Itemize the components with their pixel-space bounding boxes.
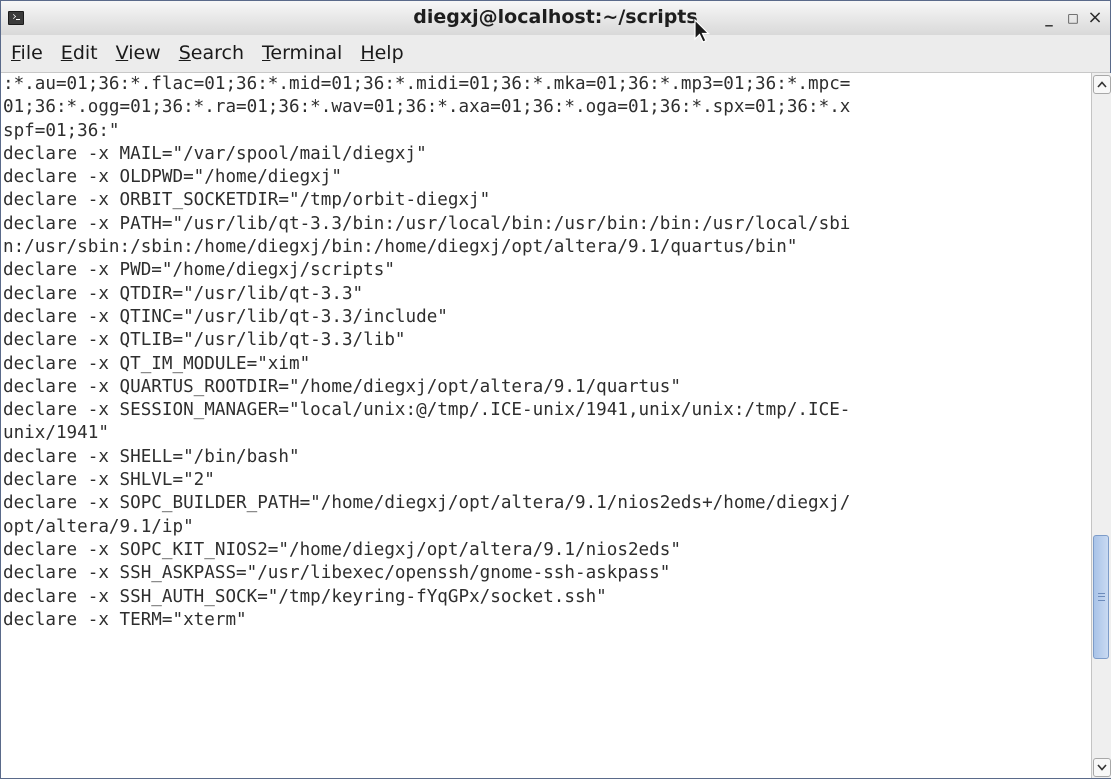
terminal-line: declare -x QT_IM_MODULE="xim" (3, 353, 311, 374)
terminal-line: declare -x SSH_AUTH_SOCK="/tmp/keyring-f… (3, 586, 607, 607)
terminal-line: declare -x SHELL="/bin/bash" (3, 446, 300, 467)
terminal-line: declare -x SSH_ASKPASS="/usr/libexec/ope… (3, 563, 671, 584)
terminal-line: unix/1941" (3, 423, 109, 444)
terminal-line: declare -x QUARTUS_ROOTDIR="/home/diegxj… (3, 376, 681, 397)
menu-file[interactable]: File (3, 35, 51, 72)
terminal-line: declare -x PATH="/usr/lib/qt-3.3/bin:/us… (3, 213, 851, 234)
terminal-line: declare -x SHLVL="2" (3, 470, 215, 491)
scroll-up-button[interactable] (1093, 75, 1111, 94)
maximize-button[interactable]: □ (1062, 7, 1084, 29)
scroll-down-button[interactable] (1093, 758, 1111, 777)
terminal-line: declare -x TERM="xterm" (3, 609, 247, 630)
terminal-line: declare -x ORBIT_SOCKETDIR="/tmp/orbit-d… (3, 190, 491, 211)
terminal-line: opt/altera/9.1/ip" (3, 516, 194, 537)
menu-terminal[interactable]: Terminal (254, 35, 350, 72)
terminal-line: declare -x SOPC_KIT_NIOS2="/home/diegxj/… (3, 539, 681, 560)
terminal-line: :*.au=01;36:*.flac=01;36:*.mid=01;36:*.m… (3, 74, 851, 94)
menu-search[interactable]: Search (171, 35, 252, 72)
close-button[interactable]: × (1084, 7, 1106, 29)
terminal-line: declare -x MAIL="/var/spool/mail/diegxj" (3, 143, 427, 164)
menu-help[interactable]: Help (352, 35, 411, 72)
menu-edit[interactable]: Edit (53, 35, 106, 72)
vertical-scrollbar[interactable] (1091, 73, 1111, 778)
chevron-down-icon (1097, 764, 1107, 771)
scrollbar-thumb[interactable] (1093, 535, 1109, 660)
menu-bar: File Edit View Search Terminal Help (1, 35, 1110, 73)
terminal-window: diegxj@localhost:~/scripts _ □ × File Ed… (0, 0, 1111, 779)
terminal-line: n:/usr/sbin:/sbin:/home/diegxj/bin:/home… (3, 237, 798, 258)
menu-view[interactable]: View (108, 35, 169, 72)
terminal-line: declare -x QTDIR="/usr/lib/qt-3.3" (3, 283, 364, 304)
terminal-line: declare -x SESSION_MANAGER="local/unix:@… (3, 400, 851, 421)
terminal-output[interactable]: :*.au=01;36:*.flac=01;36:*.mid=01;36:*.m… (1, 73, 1090, 778)
terminal-line: declare -x PWD="/home/diegxj/scripts" (3, 260, 395, 281)
terminal-line: declare -x SOPC_BUILDER_PATH="/home/dieg… (3, 493, 851, 514)
terminal-line: spf=01;36:" (3, 120, 120, 141)
grip-icon (1098, 593, 1105, 602)
terminal-line: declare -x QTINC="/usr/lib/qt-3.3/includ… (3, 306, 448, 327)
terminal-line: 01;36:*.ogg=01;36:*.ra=01;36:*.wav=01;36… (3, 97, 851, 118)
chevron-up-icon (1097, 81, 1107, 88)
terminal-line: declare -x OLDPWD="/home/diegxj" (3, 167, 342, 188)
terminal-line: declare -x QTLIB="/usr/lib/qt-3.3/lib" (3, 330, 406, 351)
minimize-button[interactable]: _ (1038, 7, 1060, 29)
title-bar[interactable]: diegxj@localhost:~/scripts _ □ × (1, 1, 1110, 36)
window-title: diegxj@localhost:~/scripts (413, 6, 698, 28)
